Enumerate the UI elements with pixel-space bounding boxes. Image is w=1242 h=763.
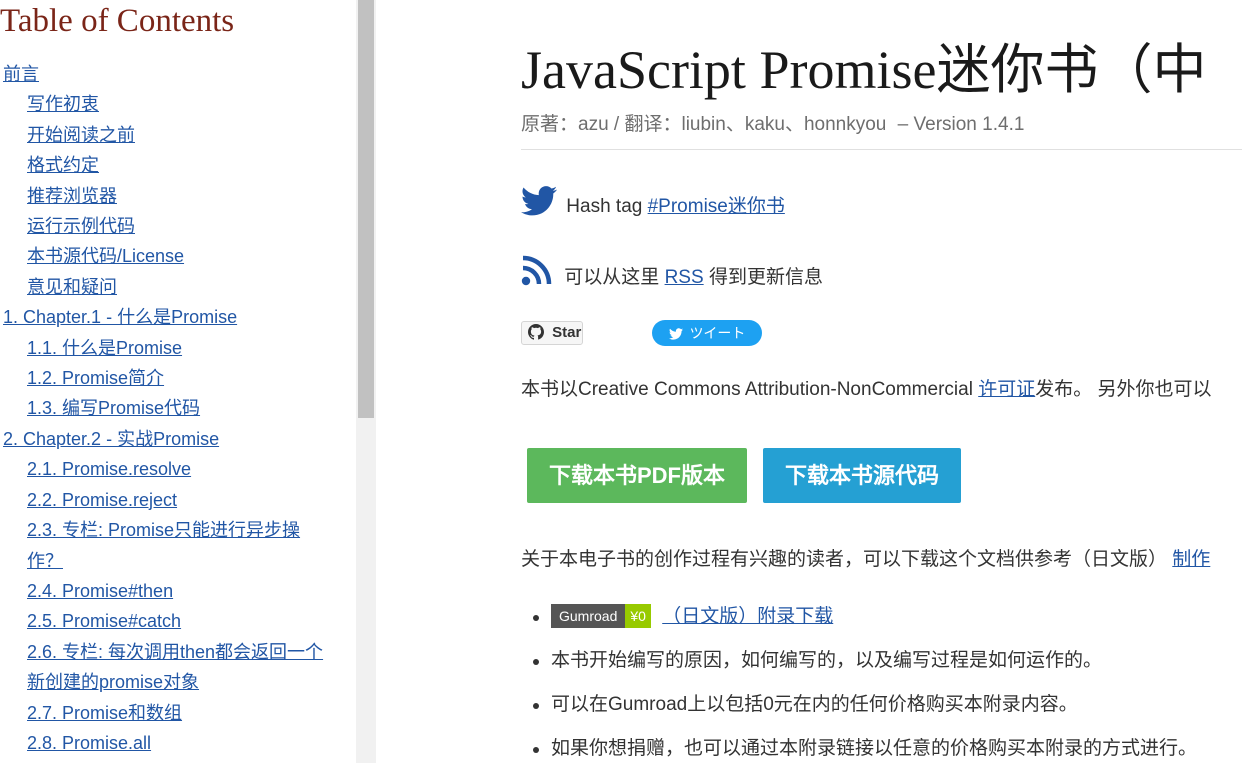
toc-link-2-7[interactable]: 2.7. Promise和数组	[0, 698, 340, 728]
toc-item: 2.6. 专栏: 每次调用then都会返回一个新创建的promise对象	[0, 637, 340, 698]
toc-link-2-3[interactable]: 2.3. 专栏: Promise只能进行异步操作？	[0, 515, 327, 576]
toc-item: 2. Chapter.2 - 实战Promise	[0, 424, 340, 454]
toc-link-feedback[interactable]: 意见和疑问	[0, 272, 340, 302]
toc-item: 2.3. 专栏: Promise只能进行异步操作？	[0, 515, 340, 576]
rss-row: 可以从这里 RSS 得到更新信息	[521, 254, 823, 294]
toc-link-2-5[interactable]: 2.5. Promise#catch	[0, 606, 340, 636]
toc-item: 2.5. Promise#catch	[0, 606, 340, 636]
toc-link-2-4[interactable]: 2.4. Promise#then	[0, 576, 340, 606]
gumroad-price-badge: ¥0	[625, 604, 651, 628]
toc-item: 1.3. 编写Promise代码	[0, 393, 340, 423]
toc-item: 2.7. Promise和数组	[0, 698, 340, 728]
main-content: JavaScript Promise迷你书（中 原著：azu / 翻译：liub…	[377, 0, 1242, 763]
github-star-button[interactable]: Star	[521, 321, 583, 345]
toc-item: 推荐浏览器	[0, 181, 340, 211]
toc-link-preface[interactable]: 前言	[0, 59, 340, 89]
hashtag-link[interactable]: #Promise迷你书	[648, 196, 785, 217]
toc-item: 1.1. 什么是Promise	[0, 333, 340, 363]
toc-sidebar: Table of Contents 前言 写作初衷 开始阅读之前 格式约定 推荐…	[0, 0, 356, 763]
toc-title: Table of Contents	[0, 3, 235, 39]
github-octocat-icon	[528, 324, 552, 341]
intro-paragraph: 关于本电子书的创作过程有兴趣的读者，可以下载这个文档供参考（日文版） 制作	[521, 547, 1210, 573]
toc-item: 意见和疑问	[0, 272, 340, 302]
toc-item: 本书源代码/License	[0, 241, 340, 271]
page-title: JavaScript Promise迷你书（中	[521, 40, 1207, 100]
version-text: – Version 1.4.1	[897, 114, 1025, 135]
toc-link-2-8[interactable]: 2.8. Promise.all	[0, 728, 340, 758]
twitter-small-icon	[668, 325, 690, 341]
toc-item: 格式约定	[0, 150, 340, 180]
toc-item: 开始阅读之前	[0, 120, 340, 150]
list-item: Gumroad ¥0 （日文版）附录下载	[521, 600, 1197, 644]
toc-link-intention[interactable]: 写作初衷	[0, 89, 340, 119]
toc-item: 1. Chapter.1 - 什么是Promise	[0, 302, 340, 332]
intro-link[interactable]: 制作	[1172, 549, 1210, 570]
gumroad-badge-label: Gumroad	[551, 604, 626, 628]
toc-item: 2.4. Promise#then	[0, 576, 340, 606]
toc-link-chapter2[interactable]: 2. Chapter.2 - 实战Promise	[0, 424, 340, 454]
toc-item: 1.2. Promise简介	[0, 363, 340, 393]
license-suffix: 发布。 另外你也可以	[1035, 379, 1212, 400]
appendix-download-link[interactable]: （日文版）附录下载	[662, 606, 833, 627]
download-source-button[interactable]: 下载本书源代码	[763, 448, 961, 503]
gumroad-badge[interactable]: Gumroad ¥0	[551, 604, 651, 628]
rss-icon	[521, 255, 564, 288]
download-pdf-button[interactable]: 下载本书PDF版本	[527, 448, 747, 503]
intro-text: 关于本电子书的创作过程有兴趣的读者，可以下载这个文档供参考（日文版）	[521, 549, 1168, 570]
toc-item: 2.1. Promise.resolve	[0, 454, 340, 484]
title-divider	[521, 149, 1242, 150]
appendix-list: Gumroad ¥0 （日文版）附录下载 本书开始编写的原因，如何编写的，以及编写…	[521, 600, 1197, 763]
rss-prefix: 可以从这里	[564, 267, 660, 288]
hashtag-row: Hash tag #Promise迷你书	[521, 186, 785, 226]
license-prefix: 本书以Creative Commons Attribution-NonComme…	[521, 379, 973, 400]
hashtag-prefix: Hash tag	[566, 196, 643, 217]
rss-link[interactable]: RSS	[665, 267, 704, 288]
toc-item: 2.8. Promise.all	[0, 728, 340, 758]
list-item: 本书开始编写的原因，如何编写的，以及编写过程是如何运作的。	[521, 644, 1197, 688]
toc-link-2-6[interactable]: 2.6. 专栏: 每次调用then都会返回一个新创建的promise对象	[0, 637, 327, 698]
toc-link-run-examples[interactable]: 运行示例代码	[0, 211, 340, 241]
tweet-button[interactable]: ツイート	[652, 320, 762, 346]
toc-scrollbar-thumb[interactable]	[358, 0, 374, 418]
tweet-label: ツイート	[689, 325, 746, 341]
list-item: 可以在Gumroad上以包括0元在内的任何价格购买本附录内容。	[521, 688, 1197, 732]
authors-text: 原著：azu / 翻译：liubin、kaku、honnkyou	[521, 114, 887, 135]
license-paragraph: 本书以Creative Commons Attribution-NonComme…	[521, 377, 1212, 403]
star-label: Star	[552, 324, 582, 341]
toc-link-1-3[interactable]: 1.3. 编写Promise代码	[0, 393, 340, 423]
toc-link-1-2[interactable]: 1.2. Promise简介	[0, 363, 340, 393]
rss-suffix: 得到更新信息	[708, 267, 823, 288]
license-link[interactable]: 许可证	[978, 379, 1035, 400]
toc-link-before-reading[interactable]: 开始阅读之前	[0, 120, 340, 150]
toc-link-chapter1[interactable]: 1. Chapter.1 - 什么是Promise	[0, 302, 340, 332]
toc-list: 前言 写作初衷 开始阅读之前 格式约定 推荐浏览器 运行示例代码 本书源代码/L…	[0, 59, 340, 758]
toc-link-2-1[interactable]: 2.1. Promise.resolve	[0, 454, 340, 484]
toc-scrollbar[interactable]	[356, 0, 376, 763]
toc-item: 2.2. Promise.reject	[0, 485, 340, 515]
toc-link-2-2[interactable]: 2.2. Promise.reject	[0, 485, 340, 515]
toc-item: 运行示例代码	[0, 211, 340, 241]
twitter-bird-icon	[521, 186, 566, 217]
toc-link-browsers[interactable]: 推荐浏览器	[0, 181, 340, 211]
toc-link-source-license[interactable]: 本书源代码/License	[0, 241, 340, 271]
toc-item: 写作初衷	[0, 89, 340, 119]
list-item: 如果你想捐赠，也可以通过本附录链接以任意的价格购买本附录的方式进行。	[521, 732, 1197, 763]
author-details: 原著：azu / 翻译：liubin、kaku、honnkyou – Versi…	[521, 112, 1024, 138]
toc-link-1-1[interactable]: 1.1. 什么是Promise	[0, 333, 340, 363]
toc-link-conventions[interactable]: 格式约定	[0, 150, 340, 180]
toc-item: 前言	[0, 59, 340, 89]
